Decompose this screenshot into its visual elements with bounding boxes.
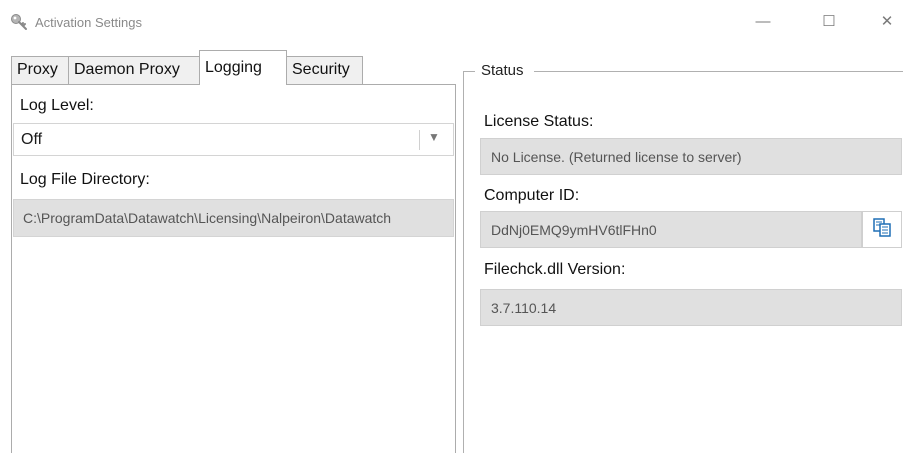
license-status-label: License Status:	[484, 113, 594, 130]
close-button[interactable]: ✕	[864, 6, 908, 36]
log-dir-value: C:\ProgramData\Datawatch\Licensing\Nalpe…	[23, 210, 392, 226]
log-level-value: Off	[21, 131, 43, 148]
computer-id-field[interactable]: DdNj0EMQ9ymHV6tlFHn0	[480, 211, 862, 248]
computer-id-label: Computer ID:	[484, 187, 580, 204]
tab-daemon-proxy[interactable]: Daemon Proxy	[68, 56, 200, 84]
copy-computer-id-button[interactable]	[862, 211, 902, 248]
minimize-icon: —	[755, 12, 771, 30]
tab-proxy[interactable]: Proxy	[11, 56, 69, 84]
dropdown-divider	[419, 130, 420, 150]
maximize-button[interactable]: ☐	[806, 6, 852, 36]
status-group-border-left	[463, 71, 464, 453]
logging-panel: Log Level: Off ▼ Log File Directory: C:\…	[11, 84, 456, 453]
minimize-button[interactable]: —	[740, 6, 786, 36]
tab-logging[interactable]: Logging	[199, 50, 287, 85]
key-icon	[10, 13, 28, 31]
window-title: Activation Settings	[35, 15, 142, 30]
chevron-down-icon[interactable]: ▼	[428, 130, 440, 144]
tab-security[interactable]: Security	[286, 56, 363, 84]
log-dir-label: Log File Directory:	[20, 171, 150, 188]
filechk-version-field[interactable]: 3.7.110.14	[480, 289, 902, 326]
close-icon: ✕	[880, 13, 894, 30]
status-group-legend: Status	[475, 62, 534, 79]
copy-icon	[872, 217, 892, 242]
filechk-version-label: Filechck.dll Version:	[484, 261, 626, 278]
log-level-label: Log Level:	[20, 97, 94, 114]
maximize-icon: ☐	[822, 13, 836, 30]
log-dir-field[interactable]: C:\ProgramData\Datawatch\Licensing\Nalpe…	[13, 199, 454, 237]
title-bar: Activation Settings — ☐ ✕	[0, 0, 908, 42]
log-level-dropdown[interactable]: Off ▼	[13, 123, 454, 156]
license-status-field[interactable]: No License. (Returned license to server)	[480, 138, 902, 175]
